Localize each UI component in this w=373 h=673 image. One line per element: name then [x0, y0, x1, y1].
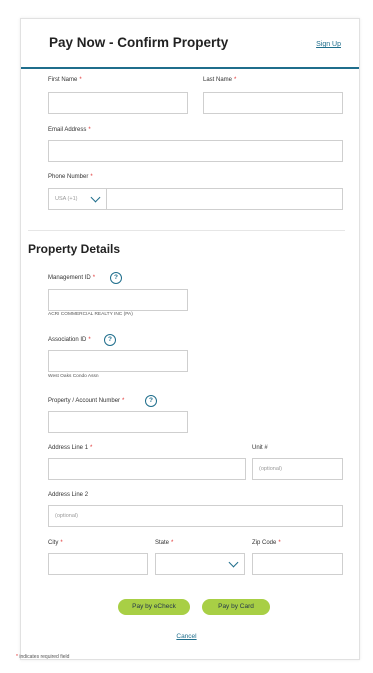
phone-label: Phone Number *	[48, 174, 93, 180]
address2-label: Address Line 2	[48, 492, 89, 498]
section-title: Property Details	[28, 242, 121, 256]
association-id-label-text: Association ID	[48, 337, 87, 343]
address1-label: Address Line 1 *	[48, 445, 92, 451]
sign-up-link[interactable]: Sign Up	[316, 41, 341, 48]
last-name-label: Last Name *	[203, 77, 236, 83]
city-label-text: City	[48, 540, 59, 546]
zip-code-label-text: Zip Code	[252, 540, 277, 546]
chevron-down-icon	[90, 192, 101, 203]
country-code-select[interactable]: USA (+1)	[49, 189, 107, 209]
required-mark: *	[278, 540, 281, 546]
zip-code-label: Zip Code *	[252, 540, 281, 546]
unit-label: Unit #	[252, 445, 268, 451]
cancel-link[interactable]: Cancel	[0, 633, 373, 640]
country-code-value: USA (+1)	[55, 196, 78, 202]
required-mark: *	[171, 540, 174, 546]
association-name-hint: West Oaks Condo Assn	[48, 374, 99, 379]
section-divider	[28, 230, 345, 231]
required-mark: *	[88, 127, 91, 133]
association-id-field[interactable]	[48, 350, 188, 372]
zip-code-field[interactable]	[252, 553, 343, 575]
address2-field[interactable]: (optional)	[48, 505, 343, 527]
pay-by-echeck-button[interactable]: Pay by eCheck	[118, 599, 190, 615]
city-field[interactable]	[48, 553, 148, 575]
required-mark: *	[234, 77, 237, 83]
pay-by-card-button[interactable]: Pay by Card	[202, 599, 270, 615]
email-label: Email Address *	[48, 127, 91, 133]
help-icon[interactable]: ?	[104, 334, 116, 346]
required-mark: *	[60, 540, 63, 546]
account-number-label-text: Property / Account Number	[48, 398, 121, 404]
first-name-field[interactable]	[48, 92, 188, 114]
account-number-field[interactable]	[48, 411, 188, 433]
required-mark: *	[88, 337, 91, 343]
state-label-text: State	[155, 540, 170, 546]
unit-placeholder: (optional)	[259, 466, 282, 472]
last-name-label-text: Last Name	[203, 77, 233, 83]
state-label: State *	[155, 540, 173, 546]
email-field[interactable]	[48, 140, 343, 162]
last-name-field[interactable]	[203, 92, 343, 114]
required-mark: *	[90, 445, 93, 451]
management-id-label-text: Management ID	[48, 275, 91, 281]
unit-field[interactable]: (optional)	[252, 458, 343, 480]
required-mark: *	[92, 275, 96, 281]
required-mark: *	[90, 174, 93, 180]
required-field-note: * indicates required field	[16, 654, 69, 660]
chevron-down-icon	[228, 557, 239, 568]
phone-field[interactable]: USA (+1)	[48, 188, 343, 210]
first-name-label: First Name *	[48, 77, 82, 83]
help-icon[interactable]: ?	[110, 272, 122, 284]
first-name-label-text: First Name	[48, 77, 78, 83]
account-number-label: Property / Account Number *	[48, 398, 124, 404]
address1-field[interactable]	[48, 458, 246, 480]
required-mark: *	[16, 654, 18, 660]
required-mark: *	[122, 398, 125, 404]
help-icon[interactable]: ?	[145, 395, 157, 407]
address2-placeholder: (optional)	[55, 513, 78, 519]
page-title: Pay Now - Confirm Property	[49, 35, 229, 50]
state-select[interactable]	[155, 553, 245, 575]
phone-label-text: Phone Number	[48, 174, 89, 180]
address1-label-text: Address Line 1	[48, 445, 89, 451]
required-mark: *	[79, 77, 82, 83]
association-id-label: Association ID *	[48, 337, 91, 343]
management-id-label: Management ID *	[48, 275, 95, 281]
management-id-field[interactable]	[48, 289, 188, 311]
city-label: City *	[48, 540, 63, 546]
cancel-link-text[interactable]: Cancel	[176, 633, 196, 640]
form-header: Pay Now - Confirm Property Sign Up	[21, 19, 359, 69]
management-company-hint: ACRI COMMERCIAL REALTY INC (PA)	[48, 312, 133, 317]
required-note-text: indicates required field	[19, 654, 70, 660]
email-label-text: Email Address	[48, 127, 87, 133]
